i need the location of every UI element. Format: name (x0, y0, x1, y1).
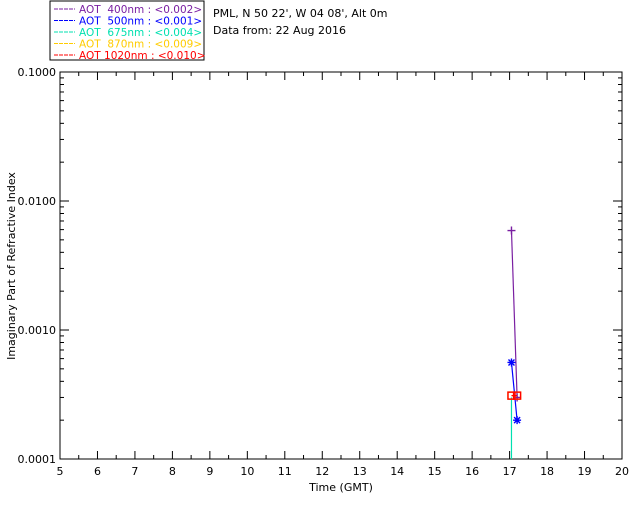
x-tick-label: 10 (240, 465, 254, 478)
x-tick-label: 11 (278, 465, 292, 478)
x-tick-label: 16 (465, 465, 479, 478)
x-tick-label: 18 (540, 465, 554, 478)
y-tick-label: 0.0001 (18, 453, 57, 466)
x-tick-label: 20 (615, 465, 629, 478)
x-tick-label: 5 (57, 465, 64, 478)
date-label: Data from: 22 Aug 2016 (213, 24, 346, 37)
chart: AOT 400nm : <0.002>AOT 500nm : <0.001>AO… (5, 0, 630, 494)
x-axis-label: Time (GMT) (308, 481, 373, 494)
x-tick-label: 15 (428, 465, 442, 478)
x-tick-label: 12 (315, 465, 329, 478)
legend-label: AOT 500nm : <0.001> (79, 16, 202, 28)
legend-label: AOT 1020nm : <0.010> (79, 50, 206, 62)
legend-label: AOT 675nm : <0.004> (79, 27, 202, 39)
axes: 5 6 7 8 9 10 11 12 13 14 15 16 17 18 19 20 0.0001 0.0010 0… (18, 66, 630, 478)
y-tick-label: 0.1000 (18, 66, 57, 79)
x-tick-label: 13 (353, 465, 367, 478)
marks (507, 226, 522, 459)
y-axis-label: Imaginary Part of Refractive Index (5, 172, 18, 360)
x-tick-label: 7 (131, 465, 138, 478)
plot-area (59, 71, 623, 460)
y-tick-label: 0.0100 (18, 195, 57, 208)
legend-label: AOT 400nm : <0.002> (79, 4, 202, 16)
legend-label: AOT 870nm : <0.009> (79, 39, 202, 51)
x-tick-label: 19 (578, 465, 592, 478)
x-tick-label: 17 (503, 465, 517, 478)
x-tick-label: 8 (169, 465, 176, 478)
x-tick-label: 6 (94, 465, 101, 478)
data-point-s0-p0 (507, 226, 516, 235)
location-label: PML, N 50 22', W 04 08', Alt 0m (213, 7, 387, 20)
data-point-s1-p1 (513, 416, 522, 425)
y-tick-label: 0.0010 (18, 324, 57, 337)
x-tick-label: 9 (206, 465, 213, 478)
data-point-s1-p0 (507, 358, 516, 367)
x-tick-label: 14 (390, 465, 404, 478)
